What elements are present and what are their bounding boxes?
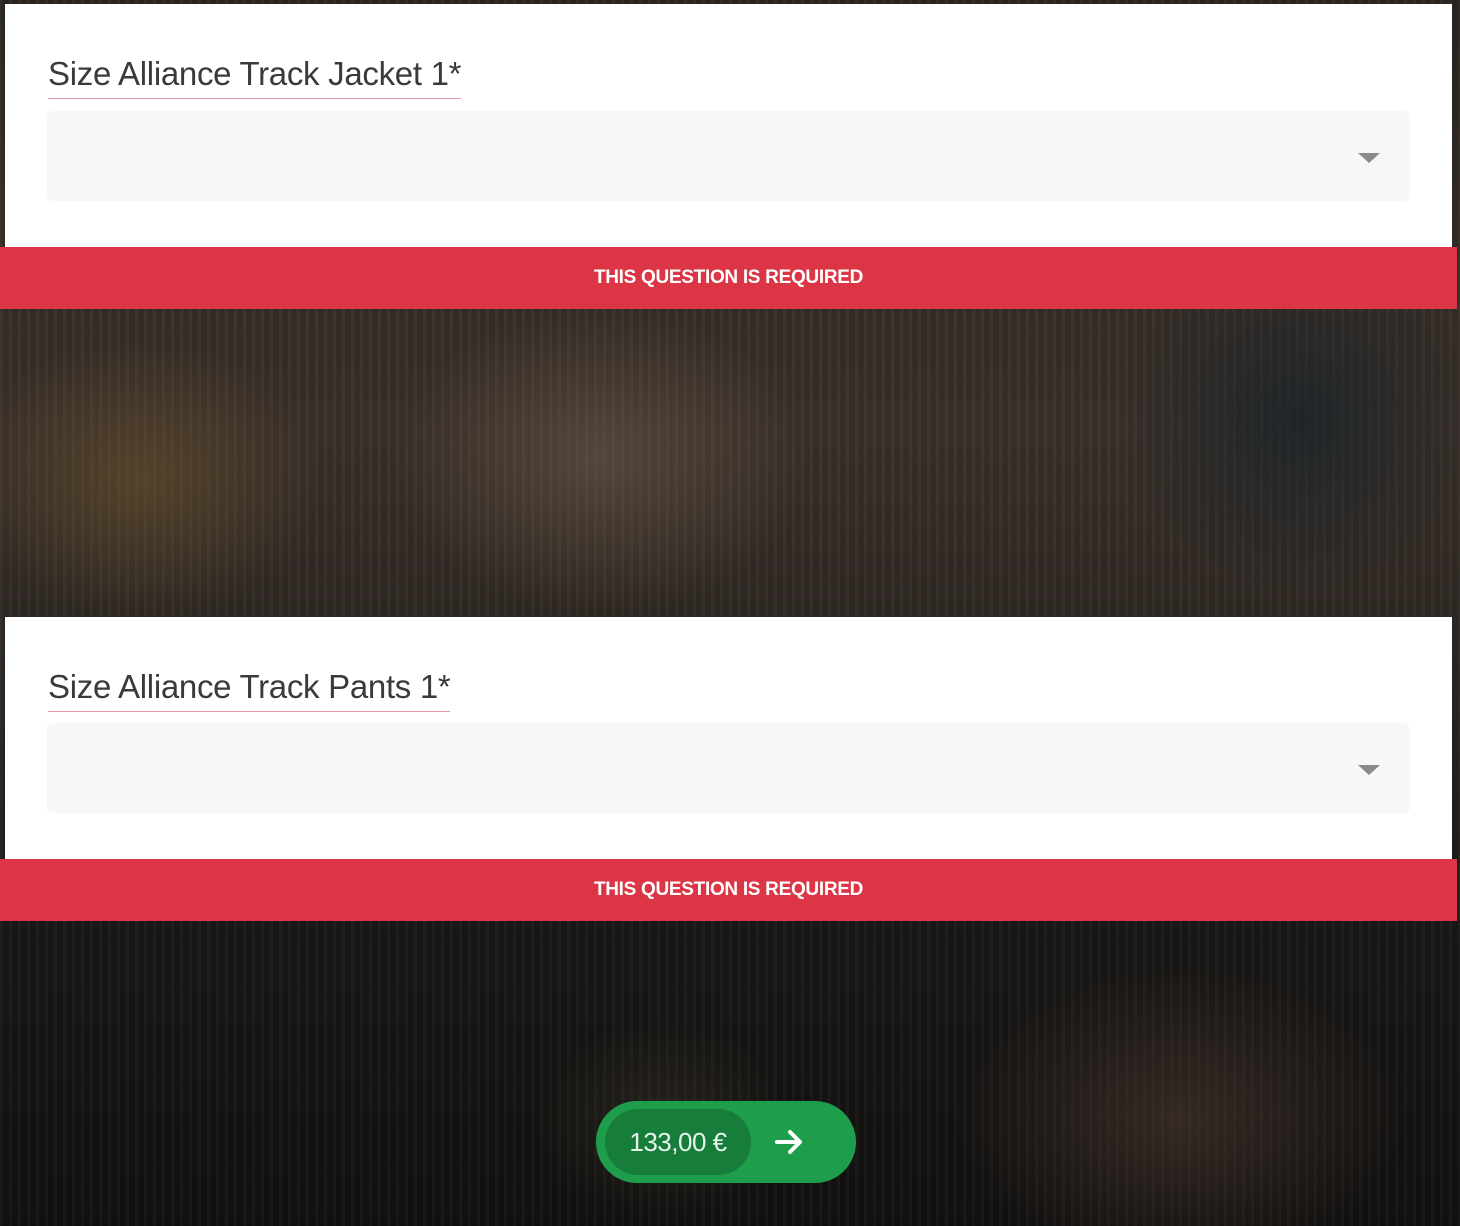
- error-text-jacket: This question is required: [593, 267, 864, 288]
- question-label-pants: Size Alliance Track Pants 1*: [48, 667, 451, 712]
- checkout-next-button[interactable]: 133,00 €: [596, 1101, 856, 1183]
- chevron-down-icon: [1358, 153, 1380, 163]
- error-banner-jacket: This question is required: [0, 247, 1457, 309]
- price-text: 133,00 €: [629, 1126, 727, 1157]
- question-card-pants: Size Alliance Track Pants 1*: [5, 617, 1452, 859]
- jacket-size-select[interactable]: [47, 111, 1410, 201]
- question-card-jacket: Size Alliance Track Jacket 1*: [5, 4, 1452, 247]
- arrow-right-icon: [769, 1122, 809, 1162]
- question-label-jacket: Size Alliance Track Jacket 1*: [48, 54, 461, 99]
- chevron-down-icon: [1358, 765, 1380, 775]
- error-banner-pants: This question is required: [0, 859, 1457, 921]
- price-badge: 133,00 €: [605, 1109, 751, 1175]
- error-text-pants: This question is required: [593, 879, 864, 900]
- pants-size-select[interactable]: [47, 723, 1410, 813]
